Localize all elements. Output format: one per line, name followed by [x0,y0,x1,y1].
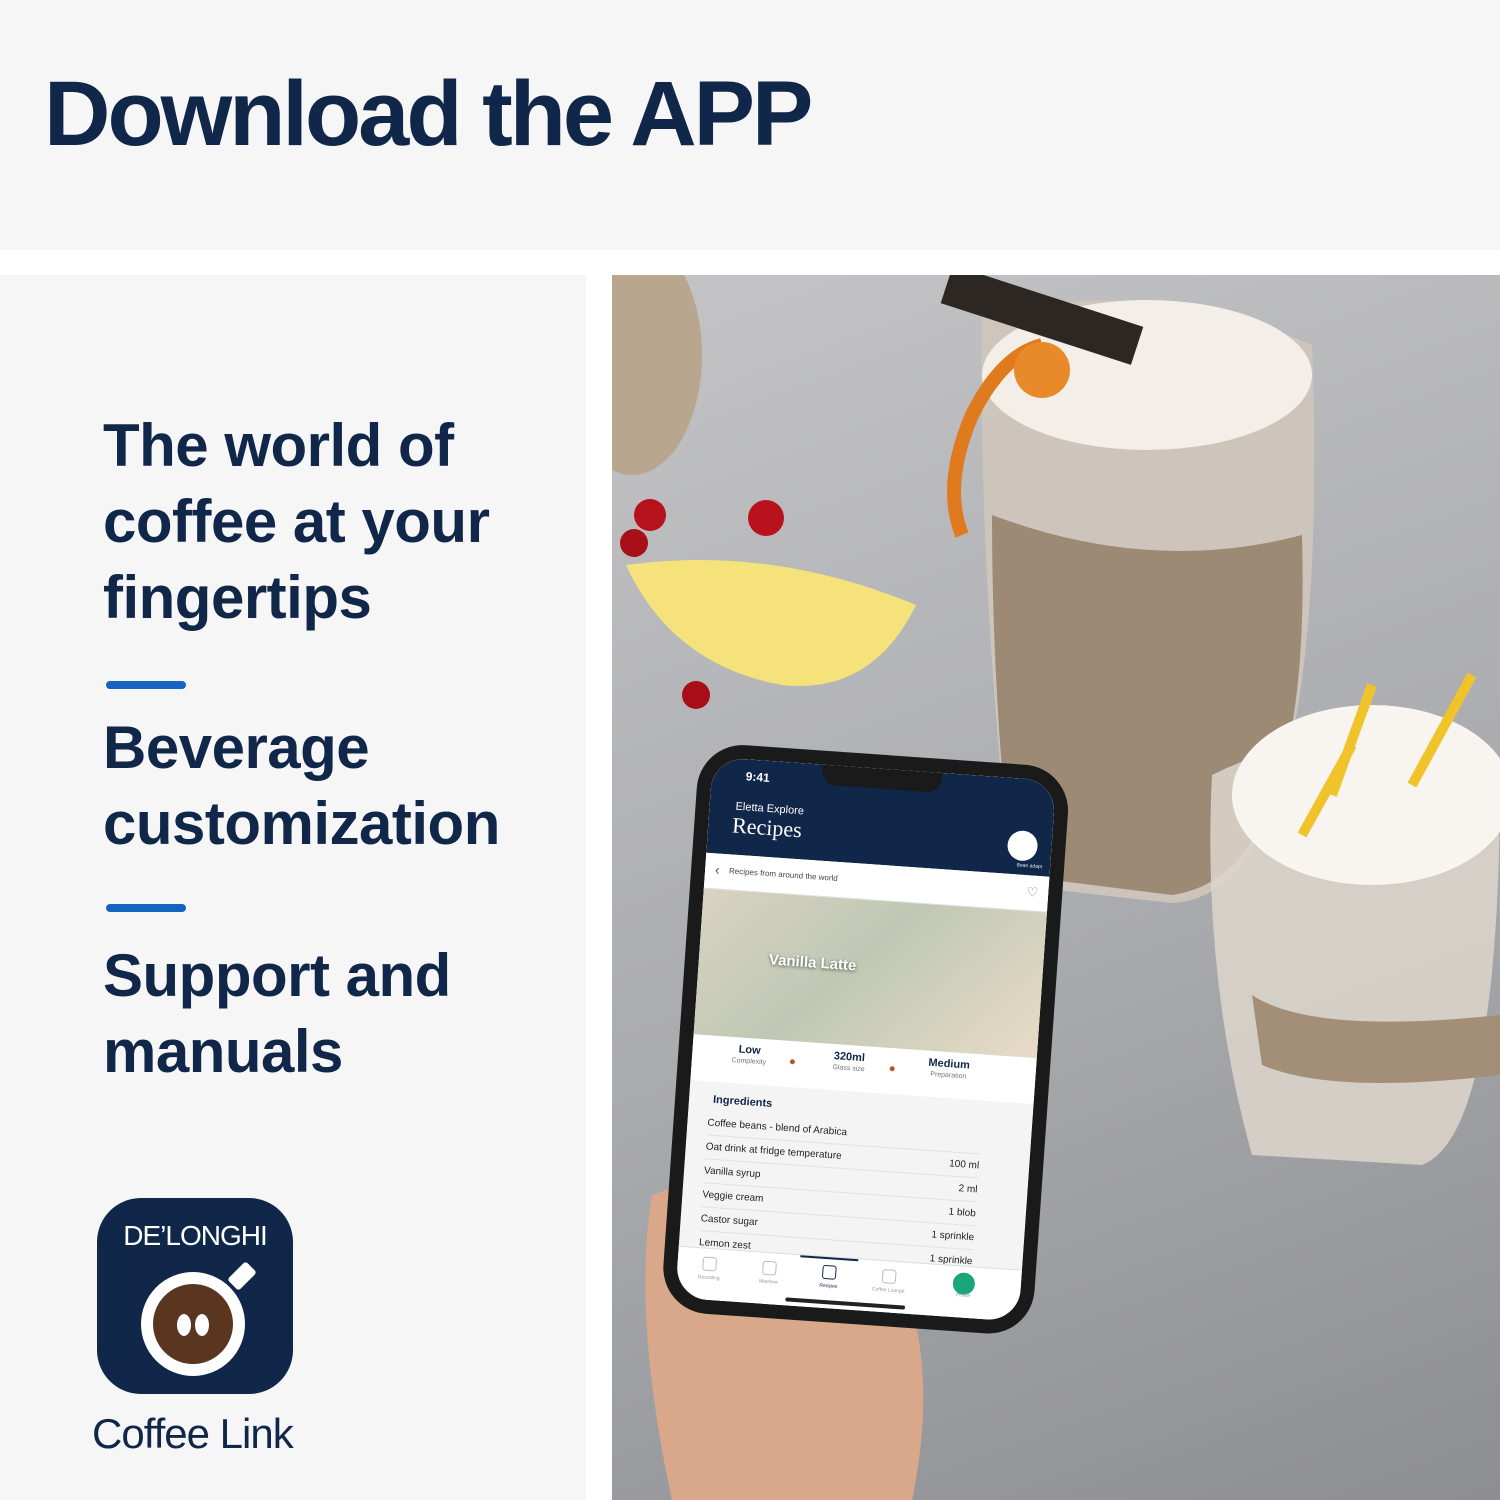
chevron-left-icon[interactable]: ‹ [715,861,721,877]
feature-line: customization [103,790,500,857]
phone-notch [821,764,943,793]
stat-glass-size: 320ml Glass size [803,1048,894,1075]
bowl [612,275,702,475]
feature-line: The world of [103,412,454,479]
coffee-bean-icon [177,1314,191,1336]
berry [682,681,710,709]
feature-line: Support and [103,942,451,1009]
ingredient-name: Vanilla syrup [703,1165,761,1181]
feature-line: manuals [103,1018,343,1085]
app-name: Coffee Link [92,1410,294,1457]
ingredient-name: Oat drink at fridge temperature [705,1141,843,1162]
machine-icon[interactable] [761,1260,777,1276]
coffee-cup-icon [141,1272,245,1376]
tab-profile[interactable]: Profile [933,1291,993,1301]
tab-recipes[interactable]: Recipes [798,1281,858,1291]
feature-line: coffee at your [103,488,490,555]
header-band: Download the APP [0,0,1500,250]
coffee-surface [153,1284,233,1364]
feature-world-of-coffee: The world of coffee at your fingertips [103,408,490,636]
recipes-icon[interactable] [821,1264,837,1280]
ingredient-name: Coffee beans - blend of Arabica [707,1117,848,1139]
berry [748,500,784,536]
ingredient-name: Veggie cream [702,1189,764,1205]
home-indicator [785,1297,906,1310]
orange-curl [1014,342,1070,398]
feature-support-manuals: Support and manuals [103,938,451,1090]
smartphone: 9:41 Eletta Explore Recipes Bean adapt ‹… [660,742,1072,1337]
feature-line: fingertips [103,564,372,631]
cup-handle [227,1261,257,1291]
recipe-hero-image: Vanilla Latte [693,888,1047,1059]
ingredient-name: Castor sugar [700,1213,759,1229]
feature-line: Beverage [103,714,370,781]
feature-beverage-customization: Beverage customization [103,710,500,862]
descaling-icon[interactable] [702,1256,718,1272]
feature-divider [106,904,186,912]
ingredient-qty: 100 ml [948,1158,980,1172]
stat-preparation: Medium Preparation [903,1055,994,1082]
bean-adapt-label: Bean adapt [1016,862,1043,871]
ingredients-heading: Ingredients [712,1093,773,1110]
feature-divider [106,681,186,689]
tab-machine[interactable]: Machine [738,1277,798,1287]
berry [620,529,648,557]
stat-separator [789,1059,796,1065]
page-title: Download the APP [44,63,813,165]
whipped-cream [1232,705,1500,885]
stat-separator [889,1066,895,1072]
status-time: 9:41 [745,769,771,785]
recipe-title: Vanilla Latte [768,951,857,975]
stat-complexity: Low Complexity [704,1041,795,1068]
lemon-wedge [626,560,916,686]
brand-logo: DE’LONGHI [123,1220,267,1251]
coffee-lounge-icon[interactable] [881,1269,897,1284]
berry [634,499,666,531]
ingredient-qty: 1 sprinkle [930,1229,975,1244]
ingredient-qty: 1 blob [948,1206,977,1220]
tab-descaling[interactable]: Descaling [679,1273,739,1283]
coffee-bean-icon [195,1314,209,1336]
ingredient-qty: 2 ml [958,1183,978,1196]
heart-icon[interactable]: ♡ [1026,884,1039,901]
coffee-link-app-icon[interactable]: DE’LONGHI [97,1198,293,1394]
bean-adapt-icon[interactable] [1006,829,1039,862]
breadcrumb-text: Recipes from around the world [728,866,839,883]
tab-coffee-lounge[interactable]: Coffee Lounge [858,1285,918,1295]
app-screen: 9:41 Eletta Explore Recipes Bean adapt ‹… [675,756,1057,1322]
app-header-title: Recipes [731,812,803,843]
